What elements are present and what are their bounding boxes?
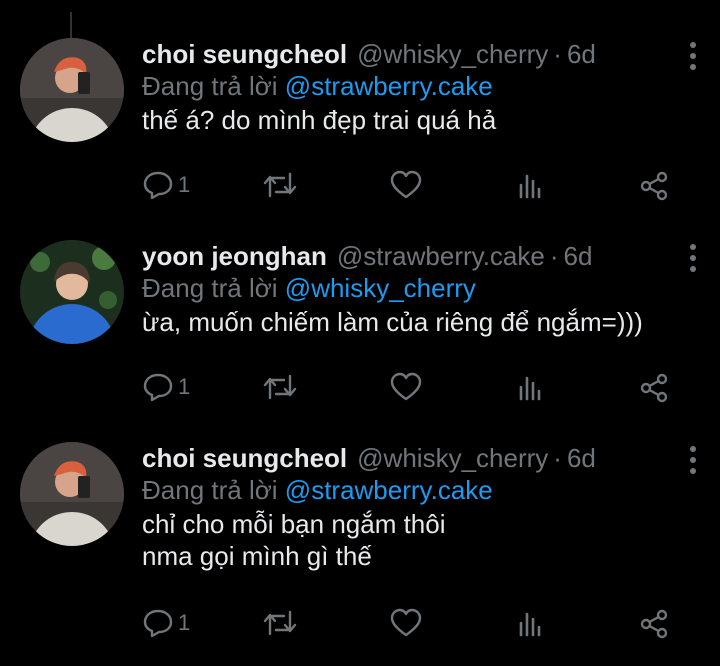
tweet-header: choi seungcheol @whisky_cherry · 6d bbox=[142, 38, 700, 70]
avatar[interactable] bbox=[20, 38, 124, 142]
views-button[interactable] bbox=[516, 608, 546, 638]
reply-icon bbox=[142, 608, 174, 638]
retweet-icon bbox=[262, 170, 298, 200]
reply-mention-link[interactable]: @strawberry.cake bbox=[285, 475, 493, 505]
retweet-button[interactable] bbox=[262, 170, 298, 200]
reply-count: 1 bbox=[178, 610, 191, 635]
tweet-actions: 1 bbox=[0, 608, 720, 642]
replying-to-label: Đang trả lời bbox=[142, 475, 278, 505]
tweet-content: yoon jeonghan @strawberry.cake · 6d Đang… bbox=[142, 240, 700, 338]
more-vertical-icon[interactable] bbox=[690, 244, 698, 272]
username[interactable]: @whisky_cherry bbox=[357, 38, 548, 70]
tweet-actions: 1 bbox=[0, 170, 720, 204]
share-button[interactable] bbox=[638, 170, 670, 202]
views-icon bbox=[516, 372, 546, 402]
separator-dot: · bbox=[549, 241, 559, 271]
tweet-text-line: thế á? do mình đẹp trai quá hả bbox=[142, 105, 497, 135]
tweet-header: yoon jeonghan @strawberry.cake · 6d bbox=[142, 240, 700, 272]
retweet-button[interactable] bbox=[262, 608, 298, 638]
reply-button[interactable]: 1 bbox=[142, 372, 190, 402]
display-name[interactable]: choi seungcheol bbox=[142, 442, 347, 474]
separator-dot: · bbox=[553, 39, 562, 69]
separator-dot: · bbox=[553, 443, 562, 473]
tweet-header: choi seungcheol @whisky_cherry · 6d bbox=[142, 442, 700, 474]
tweet-content: choi seungcheol @whisky_cherry · 6d Đang… bbox=[142, 442, 700, 572]
reply-icon bbox=[142, 372, 174, 402]
username[interactable]: @whisky_cherry bbox=[357, 442, 548, 474]
replying-to-label: Đang trả lời bbox=[142, 273, 278, 303]
display-name[interactable]: choi seungcheol bbox=[142, 38, 347, 70]
retweet-icon bbox=[262, 608, 298, 638]
share-button[interactable] bbox=[638, 372, 670, 404]
thread-line bbox=[70, 12, 72, 38]
like-button[interactable] bbox=[390, 608, 422, 638]
views-icon bbox=[516, 608, 546, 638]
tweet-actions: 1 bbox=[0, 372, 720, 406]
avatar[interactable] bbox=[20, 442, 124, 546]
timestamp[interactable]: 6d bbox=[567, 38, 596, 70]
tweet-content: choi seungcheol @whisky_cherry · 6d Đang… bbox=[142, 38, 700, 136]
reply-mention-link[interactable]: @strawberry.cake bbox=[285, 71, 493, 101]
reply-button[interactable]: 1 bbox=[142, 608, 190, 638]
like-icon bbox=[390, 170, 422, 200]
more-vertical-icon[interactable] bbox=[690, 446, 698, 474]
tweet-text-line: chỉ cho mỗi bạn ngắm thôi bbox=[142, 509, 446, 539]
views-button[interactable] bbox=[516, 372, 546, 402]
tweet-text: thế á? do mình đẹp trai quá hả bbox=[142, 104, 700, 136]
tweet-text: ừa, muốn chiếm làm của riêng để ngắm=))) bbox=[142, 306, 700, 338]
share-icon bbox=[638, 372, 670, 404]
avatar[interactable] bbox=[20, 240, 124, 344]
reply-mention-link[interactable]: @whisky_cherry bbox=[285, 273, 476, 303]
replying-to-label: Đang trả lời bbox=[142, 71, 278, 101]
views-icon bbox=[516, 170, 546, 200]
more-vertical-icon[interactable] bbox=[690, 42, 698, 70]
tweet-text-line: nma gọi mình gì thế bbox=[142, 541, 372, 571]
like-icon bbox=[390, 608, 422, 638]
share-icon bbox=[638, 608, 670, 640]
replying-to: Đang trả lời @strawberry.cake bbox=[142, 474, 700, 506]
like-icon bbox=[390, 372, 422, 402]
timestamp[interactable]: 6d bbox=[567, 442, 596, 474]
timestamp[interactable]: 6d bbox=[564, 240, 593, 272]
username[interactable]: @strawberry.cake bbox=[337, 240, 545, 272]
replying-to: Đang trả lời @whisky_cherry bbox=[142, 272, 700, 304]
share-icon bbox=[638, 170, 670, 202]
replying-to: Đang trả lời @strawberry.cake bbox=[142, 70, 700, 102]
tweet-text: chỉ cho mỗi bạn ngắm thôi nma gọi mình g… bbox=[142, 508, 700, 572]
like-button[interactable] bbox=[390, 170, 422, 200]
reply-button[interactable]: 1 bbox=[142, 170, 190, 200]
retweet-button[interactable] bbox=[262, 372, 298, 402]
tweet-text-line: ừa, muốn chiếm làm của riêng để ngắm=))) bbox=[142, 307, 643, 337]
display-name[interactable]: yoon jeonghan bbox=[142, 240, 327, 272]
retweet-icon bbox=[262, 372, 298, 402]
reply-count: 1 bbox=[178, 172, 191, 197]
views-button[interactable] bbox=[516, 170, 546, 200]
share-button[interactable] bbox=[638, 608, 670, 640]
reply-count: 1 bbox=[178, 374, 191, 399]
reply-icon bbox=[142, 170, 174, 200]
like-button[interactable] bbox=[390, 372, 422, 402]
